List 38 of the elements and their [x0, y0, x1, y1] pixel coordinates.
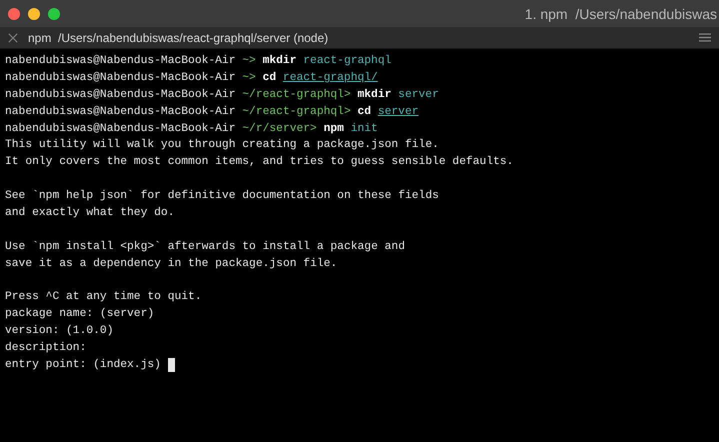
prompt-path: ~> [242, 70, 256, 86]
prompt-path: ~/r/server> [242, 122, 317, 137]
zoom-button[interactable] [48, 8, 60, 20]
prompt-path: ~/react-graphql> [242, 104, 351, 120]
command-text: npm [324, 122, 344, 137]
command-text: cd [262, 70, 276, 86]
output-line: and exactly what they do. [5, 206, 174, 222]
argument-text: react-graphql [303, 54, 392, 69]
command-text: mkdir [262, 54, 296, 69]
minimize-button[interactable] [28, 8, 40, 20]
output-line: version: (1.0.0) [5, 324, 114, 340]
output-line: entry point: (index.js) [5, 358, 161, 374]
output-line: save it as a dependency in the package.json file. [5, 256, 338, 272]
output-line: It only covers the most common items, and tries to guess sensible defaults. [5, 154, 514, 170]
command-text: mkdir [358, 88, 392, 103]
window-title: 1. npm /Users/nabendubiswas [524, 6, 718, 22]
output-line: See `npm help json` for definitive documentation on these fields [5, 188, 439, 204]
close-icon[interactable] [8, 32, 18, 42]
command-text: cd [358, 104, 372, 120]
prompt-user: nabendubiswas@Nabendus-MacBook-Air [5, 122, 236, 137]
prompt-user: nabendubiswas@Nabendus-MacBook-Air [5, 70, 236, 86]
prompt-user: nabendubiswas@Nabendus-MacBook-Air [5, 104, 236, 120]
output-line: Use `npm install <pkg>` afterwards to install a package and [5, 240, 405, 255]
argument-text: server [378, 104, 419, 120]
argument-text: server [398, 88, 439, 103]
output-line: description: [5, 340, 86, 356]
prompt-user: nabendubiswas@Nabendus-MacBook-Air [5, 88, 236, 103]
prompt-path: ~/react-graphql> [242, 88, 351, 103]
tab-title[interactable]: npm /Users/nabendubiswas/react-graphql/server (node) [28, 30, 328, 44]
prompt-user: nabendubiswas@Nabendus-MacBook-Air [5, 54, 236, 69]
argument-text: react-graphql/ [282, 70, 378, 86]
close-button[interactable] [8, 8, 20, 20]
prompt-path: ~> [242, 54, 256, 69]
output-line: package name: (server) [5, 306, 154, 322]
menu-icon[interactable] [699, 33, 711, 42]
argument-text: init [350, 122, 378, 137]
output-line: This utility will walk you through creating a package.json file. [5, 138, 439, 154]
output-line: Press ^C at any time to quit. [5, 290, 202, 306]
